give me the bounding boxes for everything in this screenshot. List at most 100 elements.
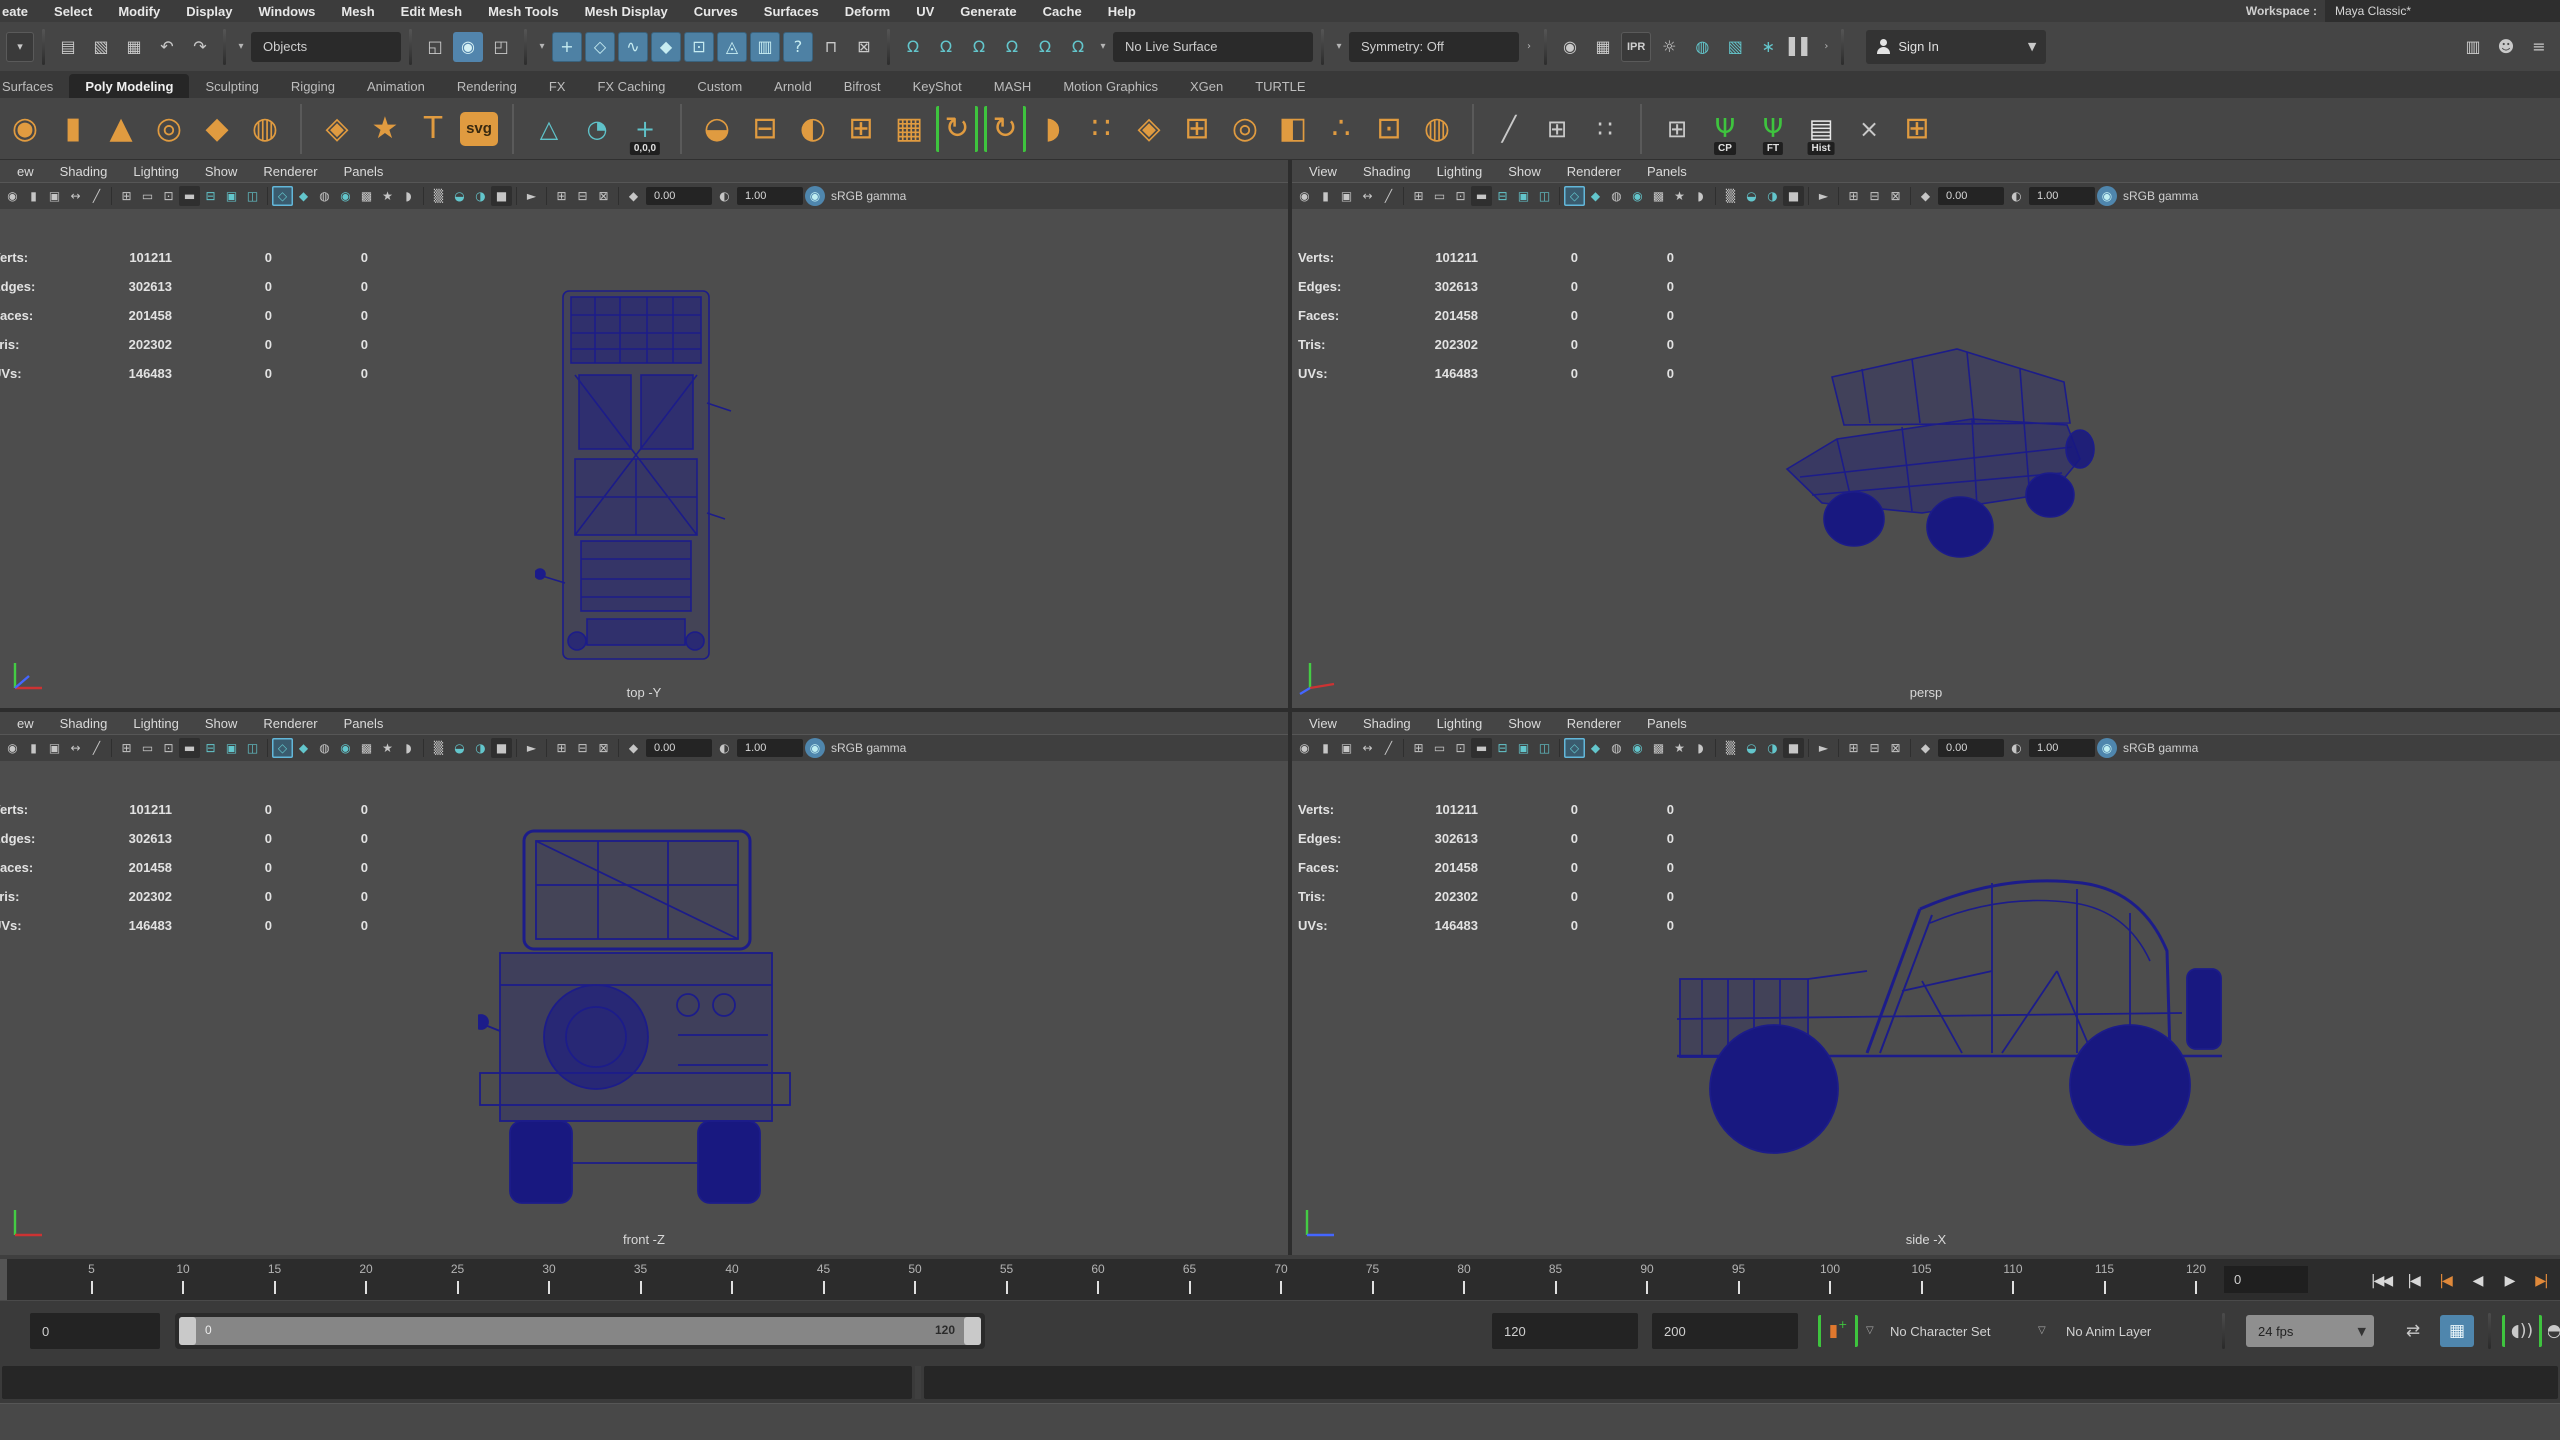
image-plane-icon[interactable]: ▣ — [44, 186, 65, 206]
wireframe-mode-icon[interactable]: ◇ — [272, 186, 293, 206]
sphere-projection-icon[interactable]: ◍ — [1416, 106, 1458, 152]
construction-plane-icon[interactable]: △ — [528, 106, 570, 152]
super-shape-icon[interactable]: ★ — [364, 106, 406, 152]
make-live-icon[interactable]: Ω — [1030, 32, 1060, 62]
ambient-occlusion-icon[interactable]: ▒ — [428, 738, 449, 758]
wireframe-mode-icon[interactable]: ◇ — [1564, 186, 1585, 206]
viewport-canvas-front[interactable]: Verts:10121100Edges:30261300Faces:201458… — [0, 761, 1288, 1255]
play-backwards-button[interactable]: ◀ — [2462, 1265, 2492, 1297]
shelf-tab-sculpting[interactable]: Sculpting — [189, 74, 274, 98]
film-gate-icon[interactable]: ▭ — [1429, 738, 1450, 758]
copy-buffer-icon[interactable]: ⊞ — [551, 186, 572, 206]
viewport-menu-lighting[interactable]: Lighting — [120, 164, 192, 179]
toon-shader-icon[interactable]: ∗ — [1753, 32, 1783, 62]
clear-buffer-icon[interactable]: ⊠ — [1885, 186, 1906, 206]
combine-icon[interactable]: ◒ — [696, 106, 738, 152]
grid-toggle-icon[interactable]: ⊞ — [1408, 738, 1429, 758]
snap-to-curves-icon[interactable]: Ω — [931, 32, 961, 62]
symmetry-caret-icon[interactable]: ▾ — [1332, 32, 1346, 62]
range-slider[interactable]: 0 120 — [175, 1313, 985, 1349]
bookmark-icon[interactable]: ▮ — [1315, 738, 1336, 758]
shelf-tab-bifrost[interactable]: Bifrost — [828, 74, 897, 98]
textured-mode-icon[interactable]: ◍ — [314, 738, 335, 758]
camera-attributes-icon[interactable]: ◉ — [1294, 186, 1315, 206]
exposure-icon[interactable]: ◆ — [623, 186, 644, 206]
grid-toggle-icon[interactable]: ⊞ — [116, 186, 137, 206]
undo-icon[interactable]: ↶ — [152, 32, 182, 62]
exposure-toggle-icon[interactable]: ■ — [491, 738, 512, 758]
viewport-menu-shading[interactable]: Shading — [47, 164, 121, 179]
channel-box-toggle-icon[interactable]: ≡ — [2524, 32, 2554, 62]
poly-disc-icon[interactable]: ◍ — [244, 106, 286, 152]
exposure-field[interactable]: 0.00 — [646, 739, 712, 757]
motion-blur-icon[interactable]: ◒ — [449, 186, 470, 206]
gamma-field[interactable]: 1.00 — [2029, 739, 2095, 757]
safe-title-icon[interactable]: ◫ — [242, 186, 263, 206]
viewport-menu-shading[interactable]: Shading — [1350, 716, 1424, 731]
film-gate-icon[interactable]: ▭ — [137, 738, 158, 758]
2d-pan-zoom-icon[interactable]: ↔ — [1357, 186, 1378, 206]
type-tool-icon[interactable]: T — [412, 106, 454, 152]
resolution-gate-icon[interactable]: ⊡ — [1450, 738, 1471, 758]
viewport-menu-panels[interactable]: Panels — [331, 716, 397, 731]
step-forward-key-button[interactable]: ▶| — [2526, 1265, 2556, 1297]
gamma-field[interactable]: 1.00 — [737, 187, 803, 205]
duplicate-face-icon[interactable]: ⊞ — [1176, 106, 1218, 152]
clear-buffer-icon[interactable]: ⊠ — [1885, 738, 1906, 758]
viewport-persp[interactable]: ViewShadingLightingShowRendererPanels ◉▮… — [1292, 160, 2560, 708]
mask-dynamics-icon[interactable]: ◬ — [717, 32, 747, 62]
resolution-gate-icon[interactable]: ⊡ — [1450, 186, 1471, 206]
lighting-icon[interactable]: ★ — [377, 738, 398, 758]
grid-toggle-icon[interactable]: ⊞ — [116, 738, 137, 758]
svg-tool-icon[interactable]: svg — [460, 112, 498, 146]
separate-icon[interactable]: ⊟ — [744, 106, 786, 152]
shadows-icon[interactable]: ◗ — [1690, 186, 1711, 206]
gamma-field[interactable]: 1.00 — [2029, 187, 2095, 205]
viewport-menu-view[interactable]: View — [1296, 164, 1350, 179]
set-key-icon[interactable]: ▮+ — [1818, 1315, 1858, 1347]
current-frame-marker[interactable] — [0, 1259, 7, 1300]
image-plane-icon[interactable]: ▣ — [44, 738, 65, 758]
camera-attributes-icon[interactable]: ◉ — [2, 738, 23, 758]
measure-time-icon[interactable]: ◔ — [576, 106, 618, 152]
mask-joints-icon[interactable]: ◇ — [585, 32, 615, 62]
viewport-menu-renderer[interactable]: Renderer — [1554, 164, 1634, 179]
mask-handles-icon[interactable]: + — [552, 32, 582, 62]
symmetry-field[interactable]: Symmetry: Off — [1349, 32, 1519, 62]
expand-arrow-icon[interactable]: › — [1819, 32, 1833, 62]
mask-deformations-icon[interactable]: ⊡ — [684, 32, 714, 62]
viewport-menu-view[interactable]: View — [1296, 716, 1350, 731]
shelf-tab-fx-caching[interactable]: FX Caching — [581, 74, 681, 98]
lattice-icon[interactable]: ∷ — [1080, 106, 1122, 152]
stack-icon[interactable]: ∴ — [1320, 106, 1362, 152]
viewport-menu-renderer[interactable]: Renderer — [1554, 716, 1634, 731]
menu-item-surfaces[interactable]: Surfaces — [751, 4, 832, 19]
playback-loop-icon[interactable]: ⇄ — [2396, 1315, 2430, 1347]
center-pivot-icon[interactable]: ΨCP — [1704, 106, 1746, 152]
grease-pencil-icon[interactable]: ╱ — [1378, 186, 1399, 206]
textured-mode-icon[interactable]: ◍ — [1606, 186, 1627, 206]
grease-pencil-icon[interactable]: ╱ — [86, 738, 107, 758]
viewport-menu-ew[interactable]: ew — [4, 716, 47, 731]
range-end-handle[interactable] — [964, 1317, 981, 1345]
isolate-select-icon[interactable]: ► — [521, 186, 542, 206]
viewport-menu-lighting[interactable]: Lighting — [1424, 716, 1496, 731]
menu-item-mesh-tools[interactable]: Mesh Tools — [475, 4, 572, 19]
wireframe-on-shaded-icon[interactable]: ▩ — [1648, 186, 1669, 206]
shadows-icon[interactable]: ◗ — [398, 186, 419, 206]
poly-plane-icon[interactable]: ◆ — [196, 106, 238, 152]
bookmark-icon[interactable]: ▮ — [1315, 186, 1336, 206]
smooth-icon[interactable]: ◐ — [792, 106, 834, 152]
playback-end-field[interactable]: 120 — [1492, 1313, 1638, 1349]
render-view-icon[interactable]: ◉ — [1555, 32, 1585, 62]
menu-item-eate[interactable]: eate — [0, 4, 41, 19]
fold-plane-icon[interactable]: ◧ — [1272, 106, 1314, 152]
lighting-icon[interactable]: ★ — [377, 186, 398, 206]
mirror-icon[interactable]: ↻ — [984, 106, 1026, 152]
paste-buffer-icon[interactable]: ⊟ — [572, 186, 593, 206]
viewport-front[interactable]: ewShadingLightingShowRendererPanels ◉▮▣↔… — [0, 712, 1288, 1255]
freeze-transform-icon[interactable]: ΨFT — [1752, 106, 1794, 152]
modeling-toolkit-toggle-icon[interactable]: ▥ — [2458, 32, 2488, 62]
shaded-mode-icon[interactable]: ◆ — [1585, 186, 1606, 206]
reset-transform-icon[interactable]: +0,0,0 — [624, 106, 666, 152]
